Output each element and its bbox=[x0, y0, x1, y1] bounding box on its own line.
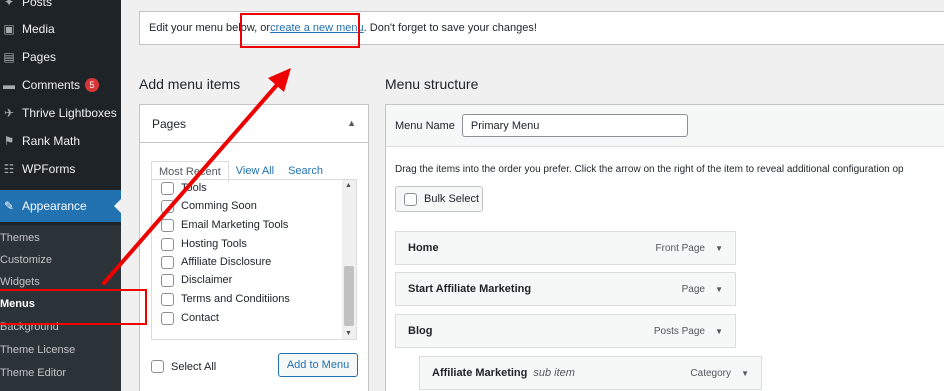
expand-arrow-icon[interactable]: ▼ bbox=[715, 327, 723, 336]
scroll-down-icon[interactable]: ▼ bbox=[345, 330, 352, 337]
menu-item-start-affiliate-marketing[interactable]: Start Affiliate Marketing Page ▼ bbox=[395, 272, 736, 306]
list-item[interactable]: Comming Soon bbox=[161, 197, 257, 215]
list-item[interactable]: Terms and Conditiions bbox=[161, 290, 290, 308]
pages-scrollbar[interactable]: ▲ ▼ bbox=[342, 180, 356, 339]
pin-icon: ✦ bbox=[3, 0, 15, 9]
submenu-customize[interactable]: Customize bbox=[0, 250, 121, 270]
bulk-select-checkbox[interactable] bbox=[404, 192, 417, 206]
brush-icon: ✎ bbox=[3, 199, 15, 213]
comment-icon: ▬ bbox=[3, 78, 15, 92]
pages-panel-header[interactable]: Pages ▲ bbox=[140, 105, 368, 143]
checkbox[interactable] bbox=[161, 237, 174, 251]
checkbox[interactable] bbox=[161, 255, 174, 269]
pages-checklist: Tools Comming Soon Email Marketing Tools… bbox=[151, 179, 357, 340]
list-item[interactable]: Hosting Tools bbox=[161, 235, 247, 253]
add-menu-items-heading: Add menu items bbox=[139, 76, 241, 92]
drag-instructions: Drag the items into the order you prefer… bbox=[395, 164, 904, 175]
menu-structure-panel: Menu Name Primary Menu Drag the items in… bbox=[385, 104, 944, 391]
expand-arrow-icon[interactable]: ▼ bbox=[715, 244, 723, 253]
menu-name-input[interactable]: Primary Menu bbox=[461, 114, 688, 137]
media-icon: ▣ bbox=[3, 22, 15, 36]
sidebar-item-posts[interactable]: ✦ Posts bbox=[0, 0, 121, 16]
pin-icon: ✈ bbox=[3, 106, 15, 120]
sidebar-item-comments[interactable]: ▬ Comments 5 bbox=[0, 71, 121, 99]
scroll-up-icon[interactable]: ▲ bbox=[345, 182, 352, 189]
annotation-highlight-box bbox=[0, 289, 147, 325]
checkbox[interactable] bbox=[161, 218, 174, 232]
comments-count-badge: 5 bbox=[85, 78, 100, 92]
list-item[interactable]: Email Marketing Tools bbox=[161, 216, 288, 234]
forms-icon: ☷ bbox=[3, 162, 15, 176]
menu-item-home[interactable]: Home Front Page ▼ bbox=[395, 231, 736, 265]
list-item[interactable]: Contact bbox=[161, 309, 219, 327]
sidebar-item-pages[interactable]: ▤ Pages bbox=[0, 43, 121, 71]
checkbox[interactable] bbox=[161, 199, 174, 213]
submenu-themes[interactable]: Themes bbox=[0, 228, 121, 248]
sidebar-item-rank-math[interactable]: ⚑ Rank Math bbox=[0, 127, 121, 155]
pages-icon: ▤ bbox=[3, 50, 15, 64]
sidebar-item-wpforms[interactable]: ☷ WPForms bbox=[0, 155, 121, 183]
submenu-theme-license[interactable]: Theme License bbox=[0, 340, 121, 360]
menu-item-affiliate-marketing[interactable]: Affiliate Marketing sub item Category ▼ bbox=[419, 356, 762, 390]
expand-arrow-icon[interactable]: ▼ bbox=[741, 369, 749, 378]
scrollbar-thumb[interactable] bbox=[344, 266, 354, 326]
pages-panel: Pages ▲ Most Recent View All Search Tool… bbox=[139, 104, 369, 391]
chart-icon: ⚑ bbox=[3, 134, 15, 148]
menu-item-blog[interactable]: Blog Posts Page ▼ bbox=[395, 314, 736, 348]
admin-sidebar: ✦ Posts ▣ Media ▤ Pages ▬ Comments 5 ✈ T… bbox=[0, 0, 121, 391]
collapse-arrow-icon[interactable]: ▲ bbox=[347, 118, 356, 128]
sidebar-item-media[interactable]: ▣ Media bbox=[0, 15, 121, 43]
menu-name-label: Menu Name bbox=[395, 119, 455, 132]
menu-structure-heading: Menu structure bbox=[385, 76, 479, 92]
select-all-checkbox[interactable] bbox=[151, 360, 164, 373]
submenu-theme-editor[interactable]: Theme Editor bbox=[0, 363, 121, 383]
bulk-select-button[interactable]: Bulk Select bbox=[395, 186, 483, 212]
list-item[interactable]: Tools bbox=[161, 180, 207, 197]
checkbox[interactable] bbox=[161, 292, 174, 306]
menu-name-bar: Menu Name Primary Menu bbox=[386, 105, 944, 147]
select-all[interactable]: Select All bbox=[151, 360, 216, 373]
expand-arrow-icon[interactable]: ▼ bbox=[715, 285, 723, 294]
add-to-menu-button[interactable]: Add to Menu bbox=[278, 353, 358, 377]
checkbox[interactable] bbox=[161, 181, 174, 195]
sidebar-item-thrive-lightboxes[interactable]: ✈ Thrive Lightboxes bbox=[0, 99, 121, 127]
list-item[interactable]: Disclaimer bbox=[161, 271, 232, 289]
sidebar-item-appearance[interactable]: ✎ Appearance bbox=[0, 190, 121, 222]
checkbox[interactable] bbox=[161, 311, 174, 325]
checkbox[interactable] bbox=[161, 273, 174, 287]
annotation-highlight-box bbox=[240, 13, 360, 48]
list-item[interactable]: Affiliate Disclosure bbox=[161, 253, 271, 271]
